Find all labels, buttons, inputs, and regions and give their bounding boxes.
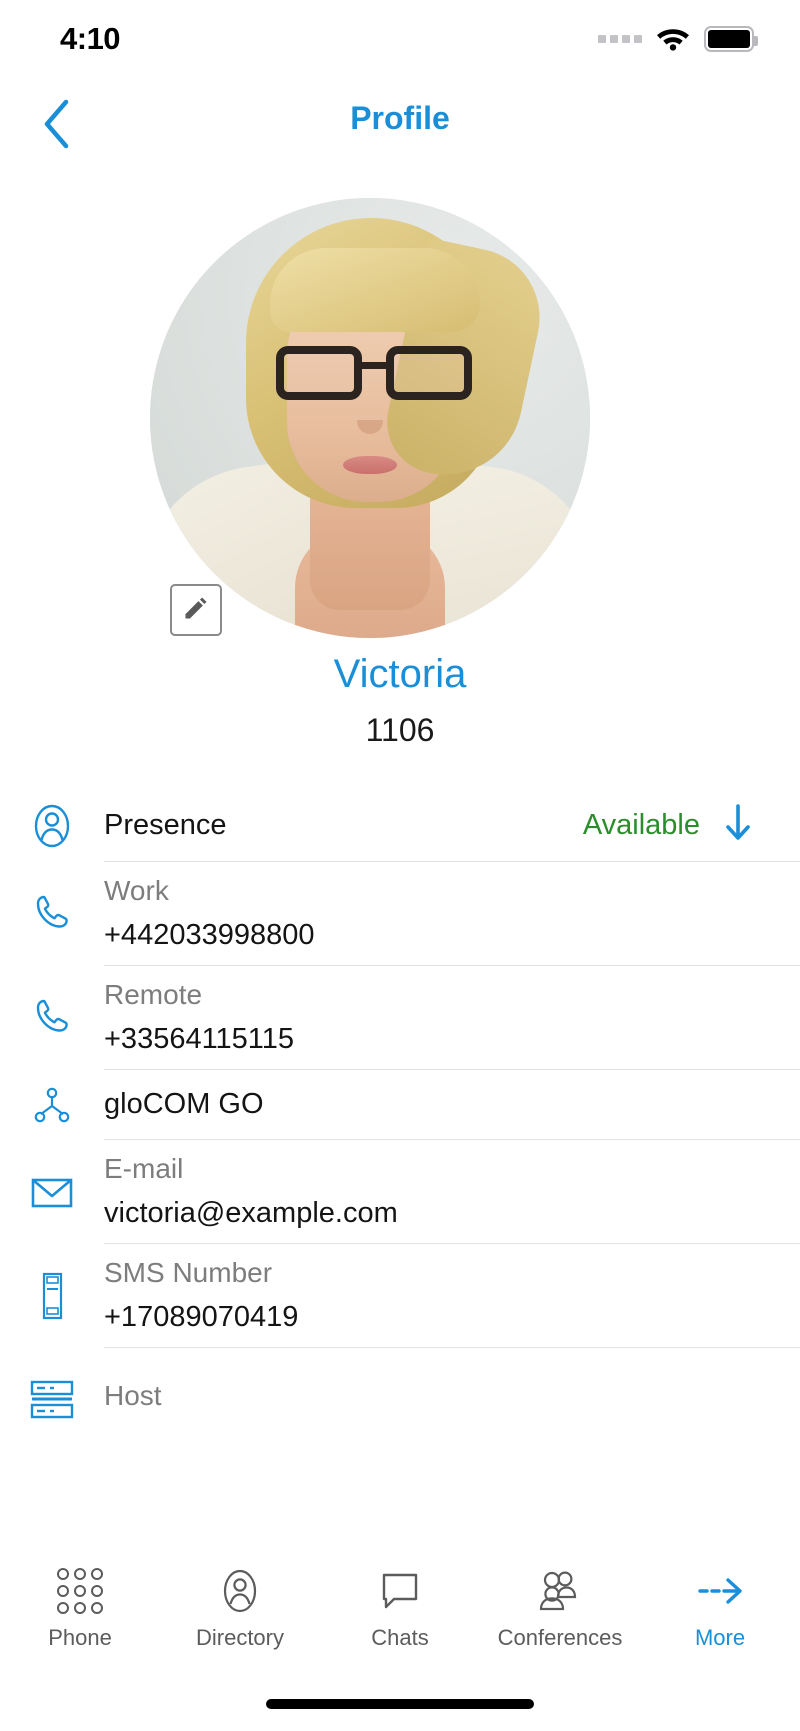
detail-row-email[interactable]: E-mail victoria@example.com xyxy=(0,1140,800,1244)
host-label: Host xyxy=(104,1380,162,1412)
signal-dots-icon xyxy=(598,35,642,43)
detail-row-glocom-go[interactable]: gloCOM GO xyxy=(0,1070,800,1140)
sms-value: +17089070419 xyxy=(104,1300,299,1333)
tab-more[interactable]: More xyxy=(640,1561,800,1651)
phone-handset-icon xyxy=(0,966,104,1070)
battery-full-icon xyxy=(704,26,758,52)
detail-row-host[interactable]: Host xyxy=(0,1348,800,1444)
person-oval-icon xyxy=(216,1565,264,1617)
detail-row-presence[interactable]: Presence Available xyxy=(0,790,800,862)
glocom-go-label: gloCOM GO xyxy=(104,1088,264,1120)
tab-label-phone: Phone xyxy=(48,1625,112,1650)
group-people-icon xyxy=(534,1565,586,1617)
tab-bar: Phone Directory Chats Conferences More xyxy=(0,1561,800,1673)
detail-row-work[interactable]: Work +442033998800 xyxy=(0,862,800,966)
pencil-edit-icon xyxy=(182,594,210,627)
tab-label-directory: Directory xyxy=(195,1625,284,1650)
tab-phone[interactable]: Phone xyxy=(0,1561,160,1651)
status-badge: Available xyxy=(582,809,700,841)
work-value: +442033998800 xyxy=(104,918,315,951)
tab-label-chats: Chats xyxy=(371,1625,429,1650)
home-indicator xyxy=(266,1699,534,1709)
dashed-arrow-right-icon xyxy=(694,1565,746,1617)
presence-label: Presence xyxy=(104,809,227,841)
remote-label: Remote xyxy=(104,979,203,1011)
avatar[interactable] xyxy=(150,198,590,638)
dialpad-icon xyxy=(57,1565,103,1617)
arrow-down-icon[interactable] xyxy=(722,803,754,848)
presence-status-group[interactable]: Available xyxy=(583,803,754,848)
status-indicators xyxy=(598,23,758,56)
wifi-icon xyxy=(655,23,691,56)
edit-avatar-button[interactable] xyxy=(170,584,222,636)
server-rack-icon xyxy=(0,1348,104,1444)
navigation-bar: Profile xyxy=(0,78,800,174)
phone-handset-icon xyxy=(0,862,104,966)
tab-label-more: More xyxy=(694,1625,746,1650)
network-nodes-icon xyxy=(0,1070,104,1140)
tab-directory[interactable]: Directory xyxy=(160,1561,320,1651)
tab-conferences[interactable]: Conferences xyxy=(480,1561,640,1651)
detail-list: Presence Available Work +442033998800 Re… xyxy=(0,790,800,1444)
profile-name: Victoria xyxy=(333,652,467,696)
user-presence-icon xyxy=(0,790,104,862)
tab-chats[interactable]: Chats xyxy=(320,1561,480,1651)
mobile-phone-icon xyxy=(0,1244,104,1348)
profile-screen: 4:10 Profile Victoria 1106 Presence Avai… xyxy=(0,0,800,1731)
speech-bubble-icon xyxy=(376,1565,424,1617)
detail-row-sms[interactable]: SMS Number +17089070419 xyxy=(0,1244,800,1348)
remote-value: +33564115115 xyxy=(104,1022,295,1055)
sms-label: SMS Number xyxy=(104,1257,273,1289)
envelope-icon xyxy=(0,1140,104,1244)
avatar-container xyxy=(150,198,590,638)
status-time: 4:10 xyxy=(60,21,121,56)
page-title: Profile xyxy=(350,100,450,136)
email-value: victoria@example.com xyxy=(104,1196,398,1229)
profile-extension: 1106 xyxy=(365,712,435,748)
work-label: Work xyxy=(104,875,169,907)
detail-row-remote[interactable]: Remote +33564115115 xyxy=(0,966,800,1070)
tab-label-conferences: Conferences xyxy=(497,1625,623,1650)
status-bar: 4:10 xyxy=(0,0,800,78)
email-label: E-mail xyxy=(104,1153,184,1185)
